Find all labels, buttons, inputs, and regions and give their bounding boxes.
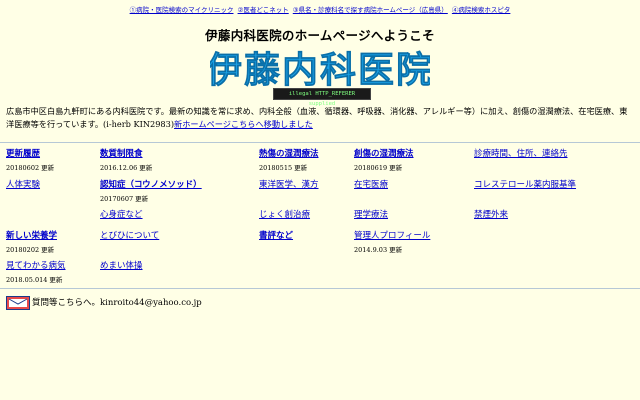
menu-link-wound-moist-therapy[interactable]: 創傷の湿潤療法 [354, 149, 414, 159]
menu-link-carb-restriction[interactable]: 数質制限食 [100, 149, 143, 159]
menu-link-physical-therapy[interactable]: 理学療法 [354, 210, 388, 220]
menu-link-home-care[interactable]: 在宅医療 [354, 180, 388, 190]
intro-text: 広島市中区白島九軒町にある内科医院です。最新の知識を常に求め、内科全般（血液、循… [6, 106, 628, 129]
update-date: 20180619 更新 [354, 164, 403, 172]
menu-cell: じょく創治療 [259, 210, 310, 221]
update-date: 20180515 更新 [259, 164, 308, 172]
menu-link-human-experiment[interactable]: 人体実験 [6, 180, 40, 190]
menu-link-vertigo-exercise[interactable]: めまい体操 [100, 261, 143, 271]
menu-cell: コレステロール薬内服基準 [474, 180, 576, 191]
contact-text: 質問等こちらへ。kinroito44@yahoo.co.jp [32, 298, 202, 308]
menu-cell: 管理人プロフィール 2014.9.03 更新 [354, 231, 430, 256]
menu-cell: 人体実験 [6, 180, 40, 191]
menu-link-smoking-cessation[interactable]: 禁煙外来 [474, 210, 508, 220]
menu-cell: 熱傷の湿潤療法 20180515 更新 [259, 149, 319, 174]
menu-cell: 診療時間、住所、連絡先 [474, 149, 568, 160]
menu-link-pressure-ulcer[interactable]: じょく創治療 [259, 210, 310, 220]
menu-cell: 在宅医療 [354, 180, 388, 191]
update-date: 20180602 更新 [6, 164, 55, 172]
clinic-logo: 伊藤内科医院 [210, 50, 430, 90]
menu-link-book-reviews[interactable]: 書評など [259, 231, 293, 241]
menu-link-burn-moist-therapy[interactable]: 熱傷の湿潤療法 [259, 149, 319, 159]
referer-badge: illegal HTTP_REFERER supplied [273, 88, 371, 107]
menu-link-visual-diseases[interactable]: 見てわかる病気 [6, 261, 66, 271]
menu-cell: 見てわかる病気 2018.05.014 更新 [6, 261, 66, 286]
nav-link-prefecture-search[interactable]: ③県名・診療科名で探す病院ホームページ（広島県） [293, 6, 448, 14]
menu-link-update-history[interactable]: 更新履歴 [6, 149, 40, 159]
menu-link-admin-profile[interactable]: 管理人プロフィール [354, 231, 430, 241]
welcome-heading: 伊藤内科医院のホームページへようこそ [205, 28, 435, 43]
clinic-logo-text: 伊藤内科医院 [210, 50, 430, 90]
menu-cell: 数質制限食 2016.12.06 更新 [100, 149, 152, 174]
divider-top [0, 142, 640, 143]
update-date: 20170607 更新 [100, 195, 149, 203]
menu-cell: 東洋医学、漢方 [259, 180, 319, 191]
menu-cell: 更新履歴 20180602 更新 [6, 149, 54, 174]
menu-link-hours-address[interactable]: 診療時間、住所、連絡先 [474, 149, 568, 159]
menu-cell: 書評など [259, 231, 293, 242]
menu-link-eastern-medicine[interactable]: 東洋医学、漢方 [259, 180, 319, 190]
nav-link-doctor-doko[interactable]: ②医者どこネット [238, 6, 289, 14]
mail-icon[interactable] [6, 296, 30, 310]
nav-link-my-clinic[interactable]: ①病院・医院検索のマイクリニック [130, 6, 234, 14]
menu-link-cholesterol[interactable]: コレステロール薬内服基準 [474, 180, 576, 190]
menu-link-dementia[interactable]: 認知症（コウノメソッド） [100, 180, 202, 190]
menu-cell: 理学療法 [354, 210, 388, 221]
menu-cell: 心身症など [100, 210, 143, 221]
menu-cell: とびひについて [100, 231, 159, 242]
contact-line: 質問等こちらへ。kinroito44@yahoo.co.jp [6, 296, 202, 310]
divider-bottom [0, 288, 640, 289]
top-nav-links: ①病院・医院検索のマイクリニック ②医者どこネット ③県名・診療科名で探す病院ホ… [0, 4, 640, 14]
update-date: 20180202 更新 [6, 246, 55, 254]
menu-cell: 認知症（コウノメソッド） 20170607 更新 [100, 180, 202, 205]
menu-link-impetigo[interactable]: とびひについて [100, 231, 159, 241]
update-date: 2016.12.06 更新 [100, 164, 153, 172]
menu-cell: めまい体操 [100, 261, 143, 272]
update-date: 2014.9.03 更新 [354, 246, 403, 254]
intro-paragraph: 広島市中区白島九軒町にある内科医院です。最新の知識を常に求め、内科全般（血液、循… [6, 105, 634, 131]
menu-link-new-nutrition[interactable]: 新しい栄養学 [6, 231, 57, 241]
menu-cell: 創傷の湿潤療法 20180619 更新 [354, 149, 414, 174]
menu-cell: 新しい栄養学 20180202 更新 [6, 231, 57, 256]
nav-link-hospita[interactable]: ④病院検索ホスピタ [452, 6, 511, 14]
new-homepage-link[interactable]: 新ホームページこちらへ移動しました [174, 119, 313, 129]
menu-cell: 禁煙外来 [474, 210, 508, 221]
menu-link-psychosomatic[interactable]: 心身症など [100, 210, 143, 220]
update-date: 2018.05.014 更新 [6, 276, 63, 284]
